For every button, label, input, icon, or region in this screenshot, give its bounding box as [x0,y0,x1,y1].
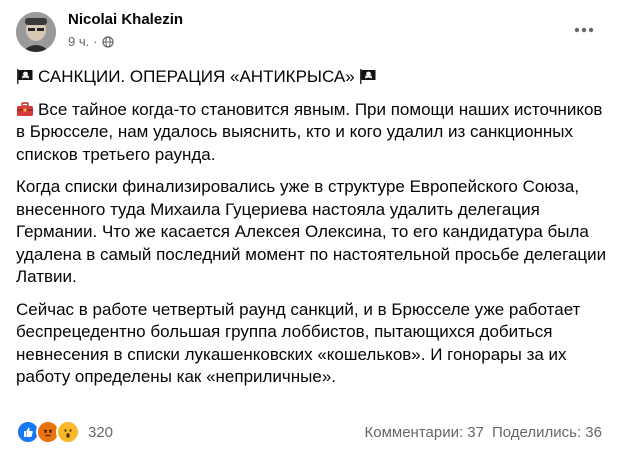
post-stats: Комментарии: 37 Поделились: 36 [365,424,603,441]
post-paragraph-1: Все тайное когда-то становится явным. Пр… [16,99,608,167]
post-title-line: САНКЦИИ. ОПЕРАЦИЯ «АНТИКРЫСА» [16,66,608,89]
avatar[interactable] [16,12,56,52]
comments-count-link[interactable]: Комментарии: 37 [365,424,485,441]
post-paragraph-2: Когда списки финализировались уже в стру… [16,177,607,286]
reactions-summary[interactable]: 320 [16,420,113,444]
pirate-flag-icon [16,67,34,85]
post-paragraph-3: Сейчас в работе четвертый раунд санкций,… [16,299,581,387]
meta-separator: · [93,34,98,49]
paragraph-1-text: Все тайное когда-то становится явным. Пр… [16,99,603,164]
post-footer: 320 Комментарии: 37 Поделились: 36 [16,420,602,444]
post-text: САНКЦИИ. ОПЕРАЦИЯ «АНТИКРЫСА» Все тайное… [16,66,608,399]
toolbox-icon [16,100,34,118]
ellipsis-icon [574,27,594,33]
wow-icon [56,420,80,444]
post-time[interactable]: 9 ч. [68,34,89,49]
facebook-post: Nicolai Khalezin 9 ч. · САНКЦИИ. ОПЕРАЦИ… [0,0,618,455]
post-title: САНКЦИИ. ОПЕРАЦИЯ «АНТИКРЫСА» [38,67,355,86]
post-meta: 9 ч. · [68,34,114,49]
more-options-button[interactable] [572,18,596,42]
author-name[interactable]: Nicolai Khalezin [68,11,183,28]
reaction-count: 320 [88,423,114,441]
shares-count-link[interactable]: Поделились: 36 [492,424,602,441]
globe-icon [101,35,114,48]
pirate-flag-icon [359,67,377,85]
